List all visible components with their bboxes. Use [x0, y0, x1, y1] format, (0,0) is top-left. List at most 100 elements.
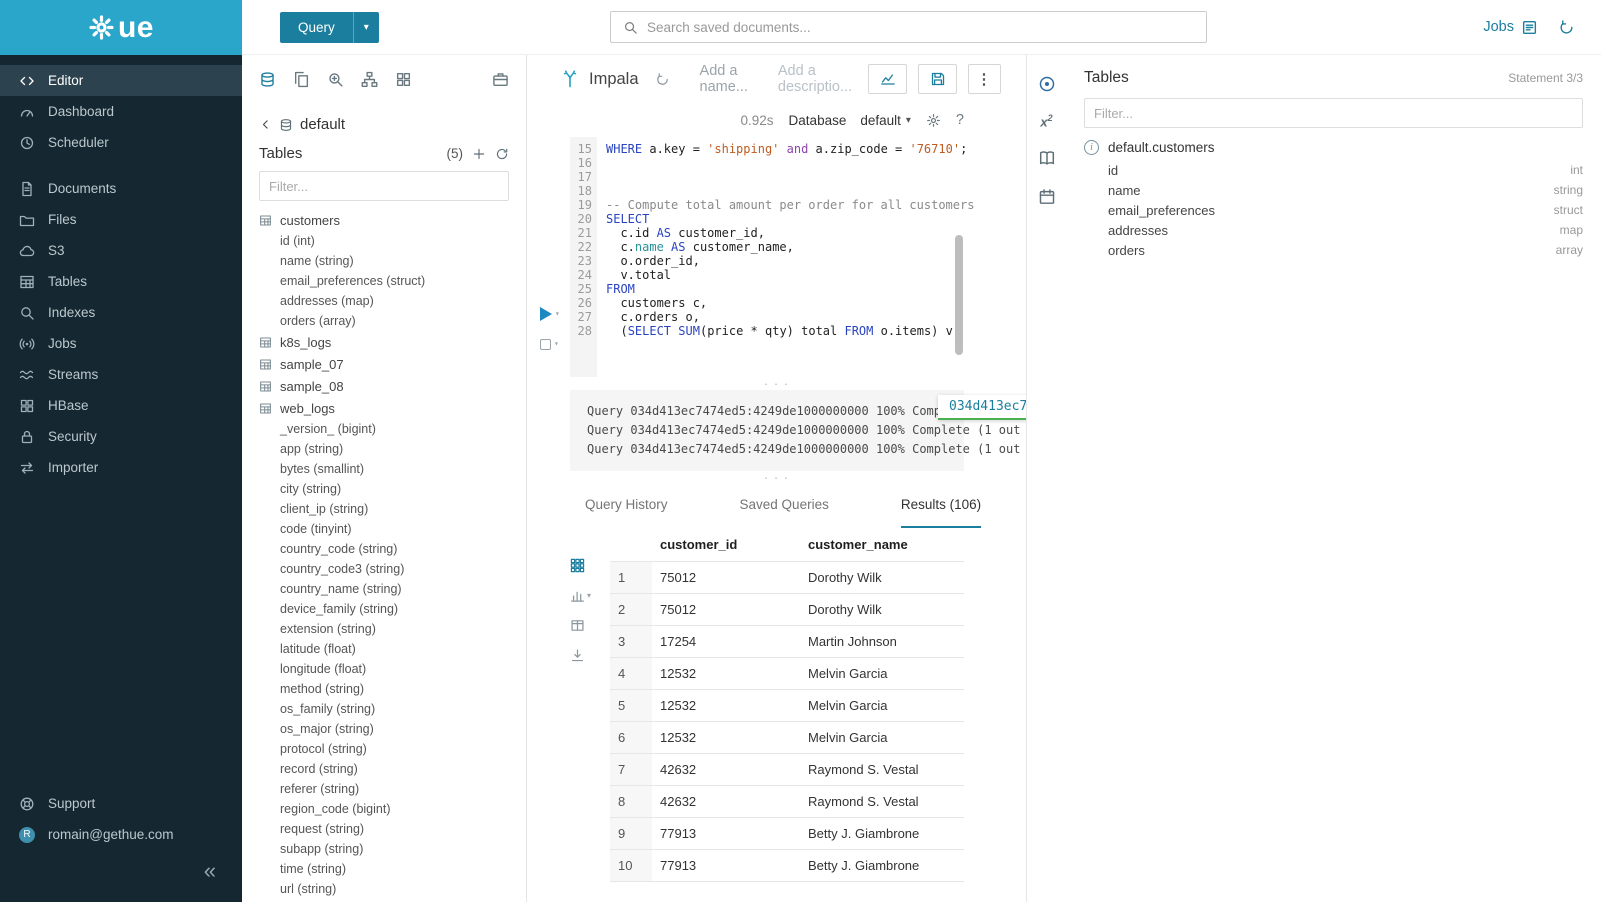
sidebar-item-dashboard[interactable]: Dashboard: [0, 96, 242, 127]
column-item-id[interactable]: id (int): [259, 231, 509, 251]
column-header-customer-name[interactable]: customer_name: [800, 528, 964, 562]
hue-logo[interactable]: ue: [0, 0, 242, 55]
sidebar-item-jobs[interactable]: Jobs: [0, 328, 242, 359]
sidebar-item-editor[interactable]: Editor: [0, 65, 242, 96]
column-item-subapp[interactable]: subapp (string): [259, 839, 509, 859]
sidebar-item-scheduler[interactable]: Scheduler: [0, 127, 242, 158]
table-item-web-logs[interactable]: web_logs: [259, 397, 509, 419]
jobs-link[interactable]: Jobs: [1483, 19, 1538, 36]
sidebar-item-s3[interactable]: S3: [0, 235, 242, 266]
editor-history-icon[interactable]: [655, 72, 670, 87]
sidebar-item-streams[interactable]: Streams: [0, 359, 242, 390]
active-table-item[interactable]: i default.customers: [1084, 134, 1583, 160]
query-history-icon[interactable]: [1558, 19, 1575, 36]
column-item-protocol[interactable]: protocol (string): [259, 739, 509, 759]
query-id-tooltip[interactable]: 034d413ec7474ed5:4249de1000000000: [938, 395, 1026, 420]
column-item-region-code[interactable]: region_code (bigint): [259, 799, 509, 819]
sidebar-item-support[interactable]: Support: [0, 788, 242, 819]
sidebar-item-security[interactable]: Security: [0, 421, 242, 452]
column-item-url[interactable]: url (string): [259, 879, 509, 899]
sidebar-item-tables[interactable]: Tables: [0, 266, 242, 297]
column-item-email-preferences[interactable]: email_preferencesstruct: [1084, 200, 1583, 220]
code-editor[interactable]: ▾ ▾ 1516171819202122232425262728 WHERE a…: [527, 137, 1026, 377]
sidebar-collapse-button[interactable]: «: [0, 850, 242, 896]
column-item-time[interactable]: time (string): [259, 859, 509, 879]
resize-handle-top[interactable]: [527, 377, 1026, 390]
query-description-field[interactable]: Add a descriptio...: [778, 63, 852, 95]
documents-source-icon[interactable]: [293, 71, 310, 88]
briefcase-icon[interactable]: [492, 71, 509, 88]
databases-source-icon[interactable]: [259, 71, 276, 88]
settings-gear-icon[interactable]: [926, 113, 941, 128]
table-item-k8s-logs[interactable]: k8s_logs: [259, 331, 509, 353]
refresh-tables-icon[interactable]: [495, 147, 509, 161]
breadcrumb[interactable]: default: [259, 110, 509, 145]
sidebar-item-files[interactable]: Files: [0, 204, 242, 235]
back-chevron-icon[interactable]: [259, 118, 272, 131]
language-reference-icon[interactable]: [1038, 149, 1056, 167]
right-panel-filter-input[interactable]: [1084, 98, 1583, 128]
column-item-os-major[interactable]: os_major (string): [259, 719, 509, 739]
column-item-addresses[interactable]: addressesmap: [1084, 220, 1583, 240]
statement-options-button[interactable]: ▾: [540, 337, 559, 351]
column-item-request[interactable]: request (string): [259, 819, 509, 839]
database-select-value[interactable]: default ▾: [860, 113, 911, 128]
sidebar-item-importer[interactable]: Importer: [0, 452, 242, 483]
column-item-code[interactable]: code (tinyint): [259, 519, 509, 539]
column-item-name[interactable]: namestring: [1084, 180, 1583, 200]
sidebar-item-indexes[interactable]: Indexes: [0, 297, 242, 328]
functions-icon[interactable]: x2: [1040, 114, 1052, 128]
column-item-country-code3[interactable]: country_code3 (string): [259, 559, 509, 579]
query-dropdown-caret-icon[interactable]: ▾: [353, 12, 379, 43]
save-button[interactable]: [918, 64, 957, 94]
zoom-source-icon[interactable]: [327, 71, 344, 88]
schedule-icon[interactable]: [1038, 188, 1056, 206]
column-item-orders[interactable]: ordersarray: [1084, 240, 1583, 260]
assistant-icon[interactable]: [1038, 75, 1056, 93]
chart-view-icon[interactable]: ▾: [570, 588, 610, 603]
table-item-sample-07[interactable]: sample_07: [259, 353, 509, 375]
sidebar-item-documents[interactable]: Documents: [0, 173, 242, 204]
query-name-field[interactable]: Add a name...: [700, 63, 748, 95]
table-item-sample-08[interactable]: sample_08: [259, 375, 509, 397]
chart-button[interactable]: [868, 64, 907, 94]
tab-saved-queries[interactable]: Saved Queries: [740, 497, 829, 528]
column-item-email-preferences[interactable]: email_preferences (struct): [259, 271, 509, 291]
tab-results-106[interactable]: Results (106): [901, 497, 981, 528]
tab-query-history[interactable]: Query History: [585, 497, 668, 528]
column-item-client-ip[interactable]: client_ip (string): [259, 499, 509, 519]
column-item-extension[interactable]: extension (string): [259, 619, 509, 639]
column-item-addresses[interactable]: addresses (map): [259, 291, 509, 311]
execution-log[interactable]: Query 034d413ec7474ed5:4249de1000000000 …: [570, 390, 964, 471]
download-icon[interactable]: [570, 648, 610, 663]
columns-view-icon[interactable]: [570, 618, 610, 633]
column-item-city[interactable]: city (string): [259, 479, 509, 499]
column-header-customer-id[interactable]: customer_id: [652, 528, 800, 562]
sidebar-item-hbase[interactable]: HBase: [0, 390, 242, 421]
column-item-orders[interactable]: orders (array): [259, 311, 509, 331]
more-actions-button[interactable]: ⋮: [968, 64, 1001, 94]
column-item-device-family[interactable]: device_family (string): [259, 599, 509, 619]
execute-options-caret-icon[interactable]: ▾: [555, 307, 560, 321]
column-item-longitude[interactable]: longitude (float): [259, 659, 509, 679]
column-item-os-family[interactable]: os_family (string): [259, 699, 509, 719]
column-item-referer[interactable]: referer (string): [259, 779, 509, 799]
column-item-country-code[interactable]: country_code (string): [259, 539, 509, 559]
column-item-latitude[interactable]: latitude (float): [259, 639, 509, 659]
column-item-country-name[interactable]: country_name (string): [259, 579, 509, 599]
add-table-icon[interactable]: [472, 147, 486, 161]
column-item-name[interactable]: name (string): [259, 251, 509, 271]
column-item-id[interactable]: idint: [1084, 160, 1583, 180]
execute-button[interactable]: ▾: [540, 307, 560, 321]
apps-source-icon[interactable]: [395, 71, 412, 88]
grid-view-icon[interactable]: [570, 558, 610, 573]
column-item-bytes[interactable]: bytes (smallint): [259, 459, 509, 479]
tables-filter-input[interactable]: [259, 171, 509, 201]
help-icon[interactable]: ?: [956, 112, 964, 128]
engine-selector[interactable]: Impala: [560, 69, 639, 89]
editor-scrollbar[interactable]: [955, 235, 963, 355]
sitemap-source-icon[interactable]: [361, 71, 378, 88]
table-item-customers[interactable]: customers: [259, 209, 509, 231]
new-query-button[interactable]: Query ▾: [280, 12, 379, 43]
column-item-method[interactable]: method (string): [259, 679, 509, 699]
